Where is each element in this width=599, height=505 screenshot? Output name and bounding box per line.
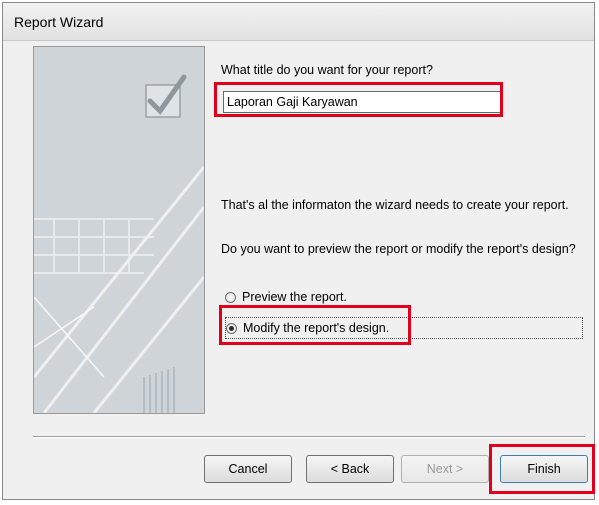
modify-option-label: Modify the report's design. <box>243 321 390 335</box>
wizard-illustration <box>33 46 205 414</box>
finish-button[interactable]: Finish <box>500 455 588 483</box>
next-button[interactable]: Next > <box>401 455 489 483</box>
report-wizard-window: Report Wizard What title do you want for… <box>2 2 595 500</box>
preview-radio-icon[interactable] <box>225 291 236 303</box>
preview-report-option[interactable]: Preview the report. <box>225 290 347 304</box>
title-bar: Report Wizard <box>3 3 594 41</box>
modify-radio-icon[interactable] <box>226 322 237 334</box>
next-step-question: Do you want to preview the report or mod… <box>221 242 576 256</box>
report-title-input[interactable] <box>223 91 501 113</box>
title-question-label: What title do you want for your report? <box>221 63 433 77</box>
modify-design-option[interactable]: Modify the report's design. <box>225 317 583 339</box>
info-text: That's al the informaton the wizard need… <box>221 198 569 212</box>
window-title: Report Wizard <box>14 14 104 30</box>
preview-option-label: Preview the report. <box>242 290 347 304</box>
cancel-button[interactable]: Cancel <box>204 455 292 483</box>
divider <box>33 436 585 438</box>
back-button[interactable]: < Back <box>306 455 394 483</box>
